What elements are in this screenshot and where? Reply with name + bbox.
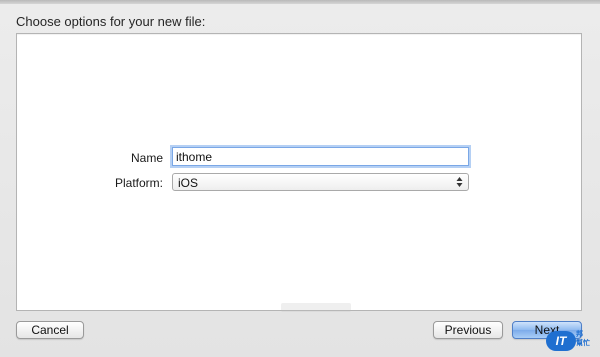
logo-badge: IT bbox=[546, 331, 576, 351]
previous-button[interactable]: Previous bbox=[433, 321, 503, 339]
faint-watermark bbox=[281, 303, 351, 312]
new-file-sheet: Choose options for your new file: Name P… bbox=[0, 4, 600, 357]
name-field[interactable] bbox=[172, 147, 469, 166]
platform-label: Platform: bbox=[114, 176, 163, 190]
ithome-logo: IT 邦幫忙 bbox=[546, 326, 596, 354]
options-panel: Name Platform: iOS bbox=[16, 33, 582, 312]
logo-side-text: 邦幫忙 bbox=[576, 331, 590, 347]
chevron-updown-icon bbox=[456, 177, 463, 187]
name-label: Name bbox=[130, 151, 163, 165]
cancel-button[interactable]: Cancel bbox=[16, 321, 84, 339]
sheet-title: Choose options for your new file: bbox=[16, 14, 206, 29]
platform-select[interactable]: iOS bbox=[172, 173, 469, 191]
platform-select-value: iOS bbox=[178, 176, 199, 190]
